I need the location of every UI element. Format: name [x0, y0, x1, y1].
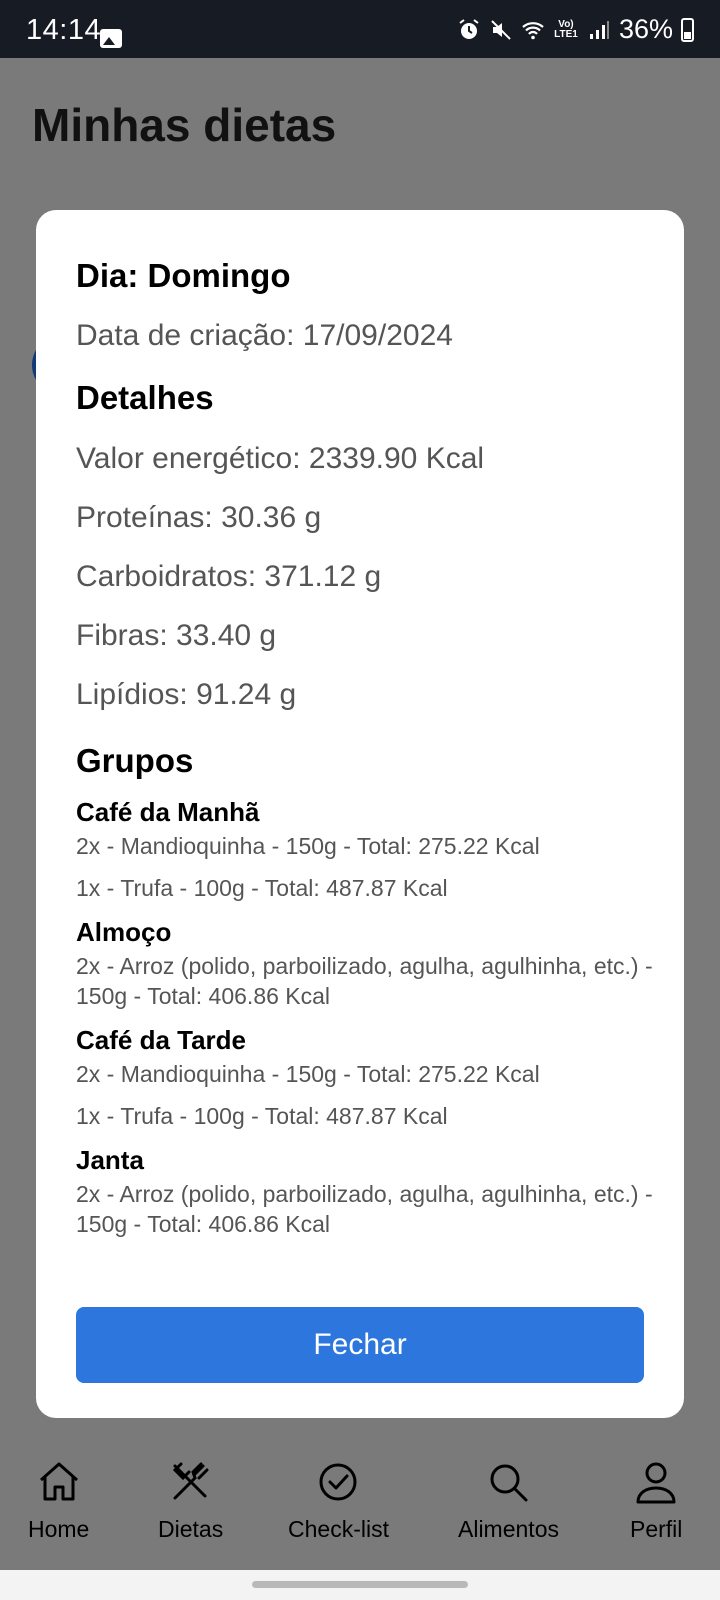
- nav-label: Check-list: [288, 1516, 389, 1542]
- detail-fibers: Fibras: 33.40 g: [76, 619, 277, 652]
- group-name: Janta: [76, 1145, 144, 1175]
- nav-item-alimentos[interactable]: Alimentos: [458, 1458, 559, 1543]
- close-button[interactable]: Fechar: [76, 1307, 644, 1383]
- modal-scroll-area[interactable]: Dia: Domingo Data de criação: 17/09/2024…: [76, 254, 656, 1288]
- group-food-item: 2x - Mandioquinha - 150g - Total: 275.22…: [76, 833, 540, 859]
- alarm-icon: [459, 18, 479, 39]
- battery-percent: 36%: [618, 14, 673, 44]
- details-heading: Detalhes: [76, 379, 214, 416]
- detail-proteins: Proteínas: 30.36 g: [76, 501, 322, 534]
- home-gesture-bar[interactable]: [252, 1581, 468, 1588]
- group-name: Almoço: [76, 917, 172, 947]
- nav-item-home[interactable]: Home: [28, 1458, 89, 1543]
- group-janta: Janta 2x - Arroz (polido, parboilizado, …: [76, 1143, 656, 1239]
- groups-heading: Grupos: [76, 742, 194, 779]
- home-icon: [39, 1462, 78, 1501]
- creation-date: Data de criação: 17/09/2024: [76, 319, 453, 352]
- group-food-item: 2x - Mandioquinha - 150g - Total: 275.22…: [76, 1061, 540, 1087]
- group-food-item: 1x - Trufa - 100g - Total: 487.87 Kcal: [76, 1103, 448, 1129]
- nav-item-checklist[interactable]: Check-list: [288, 1458, 389, 1543]
- group-food-item: 2x - Arroz (polido, parboilizado, agulha…: [76, 953, 653, 1009]
- search-icon: [490, 1464, 528, 1502]
- wifi-icon: [522, 21, 544, 39]
- status-bar: 14:14 Vo) LTE1 36%: [0, 0, 720, 58]
- nav-label: Perfil: [630, 1516, 683, 1542]
- battery-icon: [681, 17, 694, 42]
- mute-icon: [491, 19, 511, 40]
- group-food-item: 2x - Arroz (polido, parboilizado, agulha…: [76, 1181, 653, 1237]
- detail-energy: Valor energético: 2339.90 Kcal: [76, 442, 485, 475]
- bottom-navigation: Home Dietas Check-list Alimentos Perfil: [0, 1440, 720, 1570]
- nav-label: Home: [28, 1516, 90, 1542]
- utensils-icon: [172, 1462, 209, 1500]
- group-food-item: 1x - Trufa - 100g - Total: 487.87 Kcal: [76, 875, 448, 901]
- group-name: Café da Manhã: [76, 797, 260, 827]
- group-cafe-da-manha: Café da Manhã 2x - Mandioquinha - 150g -…: [76, 795, 656, 903]
- group-name: Café da Tarde: [76, 1025, 247, 1055]
- day-title: Dia: Domingo: [76, 257, 291, 294]
- check-circle-icon: [319, 1463, 357, 1501]
- group-cafe-da-tarde: Café da Tarde 2x - Mandioquinha - 150g -…: [76, 1023, 656, 1131]
- group-almoco: Almoço 2x - Arroz (polido, parboilizado,…: [76, 915, 656, 1011]
- detail-lipids: Lipídios: 91.24 g: [76, 678, 297, 711]
- nav-label: Alimentos: [458, 1516, 559, 1542]
- gallery-notification-icon: [100, 29, 122, 48]
- groups-list: Café da Manhã 2x - Mandioquinha - 150g -…: [76, 795, 656, 1239]
- user-icon: [636, 1462, 676, 1504]
- status-icons: Vo) LTE1 36%: [457, 14, 694, 45]
- nav-item-dietas[interactable]: Dietas: [158, 1458, 223, 1543]
- signal-icon: [589, 20, 609, 39]
- nav-label: Dietas: [158, 1516, 224, 1542]
- nav-item-perfil[interactable]: Perfil: [630, 1458, 682, 1543]
- diet-details-modal: Dia: Domingo Data de criação: 17/09/2024…: [36, 210, 684, 1418]
- system-navigation-area: [0, 1570, 720, 1600]
- status-time: 14:14: [26, 14, 102, 46]
- page-title: Minhas dietas: [32, 99, 337, 151]
- detail-carbs: Carboidratos: 371.12 g: [76, 560, 382, 593]
- lte-indicator: Vo) LTE1: [554, 18, 578, 40]
